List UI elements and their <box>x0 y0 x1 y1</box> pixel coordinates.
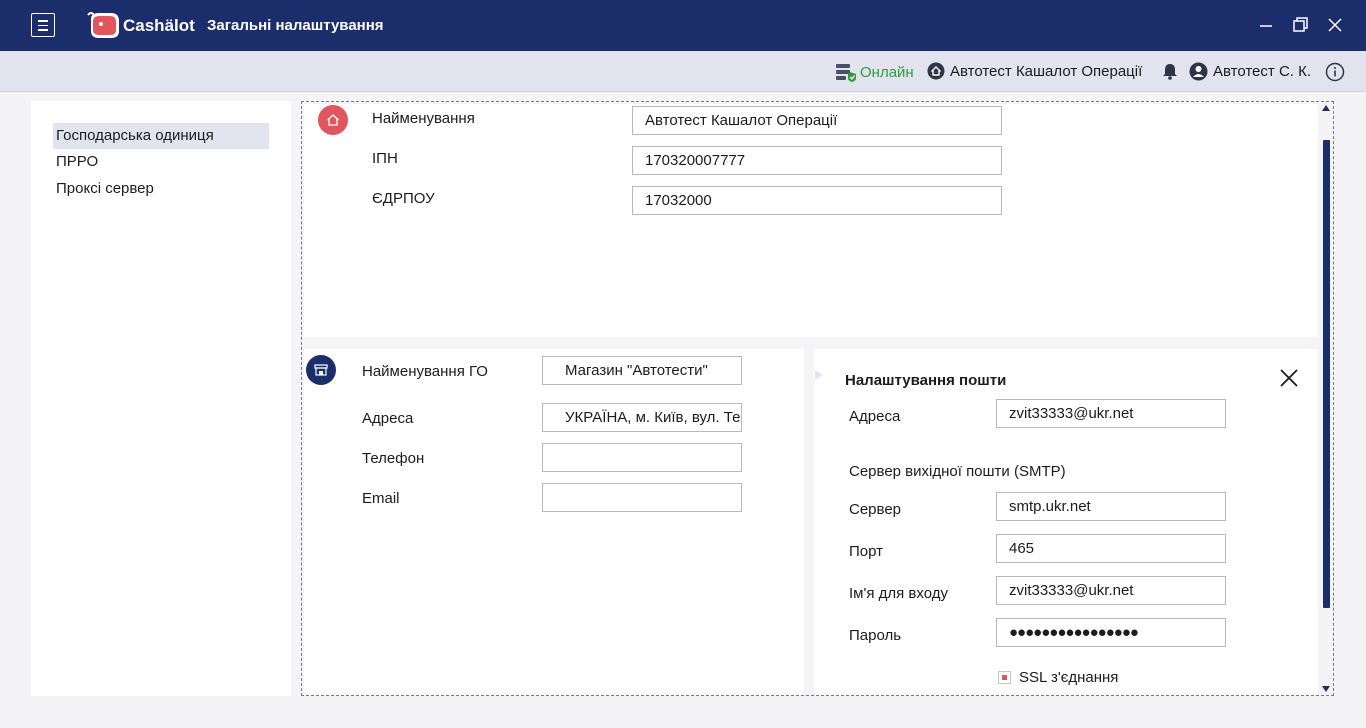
smtp-server-field[interactable]: smtp.ukr.net <box>996 492 1226 521</box>
smtp-heading: Сервер вихідної пошти (SMTP) <box>849 463 1066 480</box>
smtp-port-field[interactable]: 465 <box>996 534 1226 563</box>
cashalot-logo-icon <box>87 12 119 38</box>
ipn-field[interactable]: 170320007777 <box>632 146 1002 175</box>
user-name: Автотест С. К. <box>1213 63 1312 80</box>
hamburger-menu-button[interactable] <box>31 13 55 37</box>
organization-name: Автотест Кашалот Операції <box>950 62 1143 80</box>
ssl-checkbox[interactable] <box>998 671 1011 684</box>
entity-name-field[interactable]: Автотест Кашалот Операції <box>632 106 1002 135</box>
go-address-field[interactable]: УКРАЇНА, м. Київ, вул. Тестова, 1 <box>542 403 742 432</box>
go-panel: Найменування ГО Магазин "Автотести" Адре… <box>304 349 804 695</box>
logo-text: Cashälot <box>123 16 195 35</box>
edrpou-label: ЄДРПОУ <box>372 190 435 207</box>
scrollbar-thumb[interactable] <box>1323 140 1330 608</box>
vertical-scrollbar[interactable] <box>1321 102 1333 695</box>
server-online-icon <box>836 64 856 82</box>
smtp-password-field[interactable]: ●●●●●●●●●●●●●●●● <box>996 618 1226 647</box>
go-name-label: Найменування ГО <box>362 363 488 380</box>
user-avatar-icon <box>1189 62 1208 81</box>
store-badge-icon <box>306 355 336 385</box>
organization-selector[interactable]: Автотест Кашалот Операції <box>927 62 1142 80</box>
sidebar-item-proxy-server[interactable]: Проксі сервер <box>53 176 269 202</box>
online-status-label: Онлайн <box>860 63 914 81</box>
go-phone-label: Телефон <box>362 450 425 467</box>
user-menu[interactable]: Автотест С. К. <box>1189 62 1311 81</box>
entity-panel: Найменування Автотест Кашалот Операції І… <box>304 104 1318 337</box>
home-badge-icon <box>318 105 348 135</box>
go-name-field[interactable]: Магазин "Автотести" <box>542 356 742 385</box>
ipn-label: ІПН <box>372 150 398 167</box>
smtp-password-label: Пароль <box>849 627 902 644</box>
smtp-server-label: Сервер <box>849 501 902 518</box>
go-email-field[interactable] <box>542 483 742 512</box>
sidebar-item-business-unit[interactable]: Господарська одиниця <box>53 123 269 149</box>
maximize-icon[interactable] <box>1289 14 1311 36</box>
edrpou-field[interactable]: 17032000 <box>632 186 1002 215</box>
online-status[interactable]: Онлайн <box>835 62 914 82</box>
smtp-login-label: Ім'я для входу <box>849 585 948 602</box>
notifications-button[interactable] <box>1161 62 1179 80</box>
entity-name-label: Найменування <box>372 110 475 127</box>
smtp-port-label: Порт <box>849 543 884 560</box>
ssl-checkbox-mark <box>1002 675 1007 680</box>
expand-arrow-icon <box>815 370 823 380</box>
main-content: Найменування Автотест Кашалот Операції І… <box>301 101 1334 696</box>
bell-icon <box>1163 64 1177 80</box>
status-bar: Онлайн Автотест Кашалот Операції Автотес… <box>0 51 1366 92</box>
mail-address-label: Адреса <box>849 408 901 425</box>
go-address-label: Адреса <box>362 410 414 427</box>
go-email-label: Email <box>362 490 400 507</box>
minimize-icon[interactable] <box>1255 14 1277 36</box>
window-title: Загальні налаштування <box>207 17 384 34</box>
sidebar-item-prro[interactable]: ПРРО <box>53 149 269 175</box>
go-phone-field[interactable] <box>542 443 742 472</box>
close-panel-icon[interactable] <box>1278 367 1300 389</box>
scroll-down-arrow-icon[interactable] <box>1322 686 1330 692</box>
settings-sidebar: Господарська одиниця ПРРО Проксі сервер <box>31 101 291 696</box>
mail-settings-title: Налаштування пошти <box>845 372 1007 389</box>
mail-settings-panel: Налаштування пошти Адреса zvit33333@ukr.… <box>814 349 1318 695</box>
ssl-label: SSL з'єднання <box>1019 669 1119 686</box>
home-icon <box>927 62 945 80</box>
mail-address-field[interactable]: zvit33333@ukr.net <box>996 399 1226 428</box>
info-icon <box>1325 62 1345 82</box>
title-bar: Cashälot Загальні налаштування <box>0 0 1366 51</box>
smtp-login-field[interactable]: zvit33333@ukr.net <box>996 576 1226 605</box>
close-window-icon[interactable] <box>1324 14 1346 36</box>
info-button[interactable] <box>1325 62 1345 82</box>
scroll-up-arrow-icon[interactable] <box>1322 105 1330 111</box>
